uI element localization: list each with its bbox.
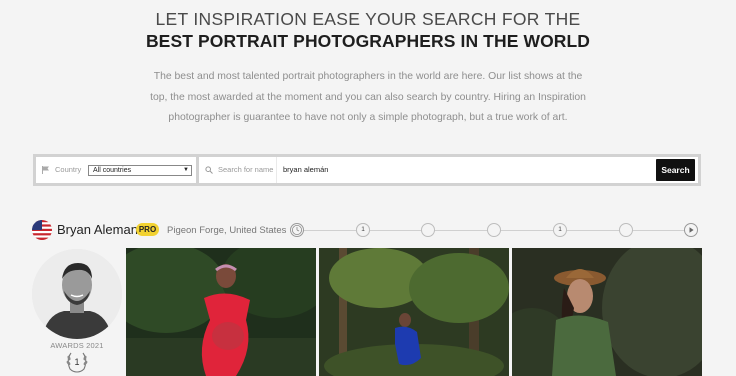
search-icon [205, 166, 213, 174]
clock-icon[interactable] [290, 223, 304, 237]
flag-icon [42, 166, 49, 174]
play-icon[interactable] [684, 223, 698, 237]
portfolio-photo-3[interactable] [512, 248, 702, 376]
timeline-node[interactable]: 1 [553, 223, 567, 237]
name-search-label: Search for name [218, 165, 274, 174]
timeline-node[interactable]: 1 [356, 223, 370, 237]
country-select[interactable]: All countries ▼ [88, 165, 192, 176]
hero-title-line1: LET INSPIRATION EASE YOUR SEARCH FOR THE [155, 9, 581, 29]
name-search-input[interactable]: bryan alemán [276, 157, 663, 183]
us-flag-icon [32, 220, 52, 240]
awards-count: 1 [74, 357, 79, 367]
intro-text: The best and most talented portrait phot… [150, 71, 586, 123]
portfolio-photo-2[interactable] [319, 248, 509, 376]
laurel-award-icon: 1 [66, 352, 88, 373]
portfolio-photo-1[interactable] [126, 248, 316, 376]
country-label: Country [55, 165, 82, 174]
awards-label: AWARDS 2021 [50, 341, 104, 350]
search-button[interactable]: Search [656, 159, 695, 181]
timeline-node[interactable] [619, 223, 633, 237]
timeline-node[interactable] [421, 223, 435, 237]
hero-title-line2: BEST PORTRAIT PHOTOGRAPHERS IN THE WORLD [145, 31, 591, 51]
timeline-node[interactable] [487, 223, 501, 237]
photographer-name[interactable]: Bryan Aleman [57, 222, 138, 237]
avatar[interactable] [32, 249, 122, 339]
chevron-down-icon: ▼ [183, 167, 189, 173]
country-select-value: All countries [93, 167, 132, 174]
pro-badge: PRO [136, 223, 159, 236]
photographer-location: Pigeon Forge, United States [167, 225, 287, 236]
country-filter: Country All countries ▼ [36, 157, 199, 183]
search-bar: Country All countries ▼ Search for name … [33, 154, 701, 186]
